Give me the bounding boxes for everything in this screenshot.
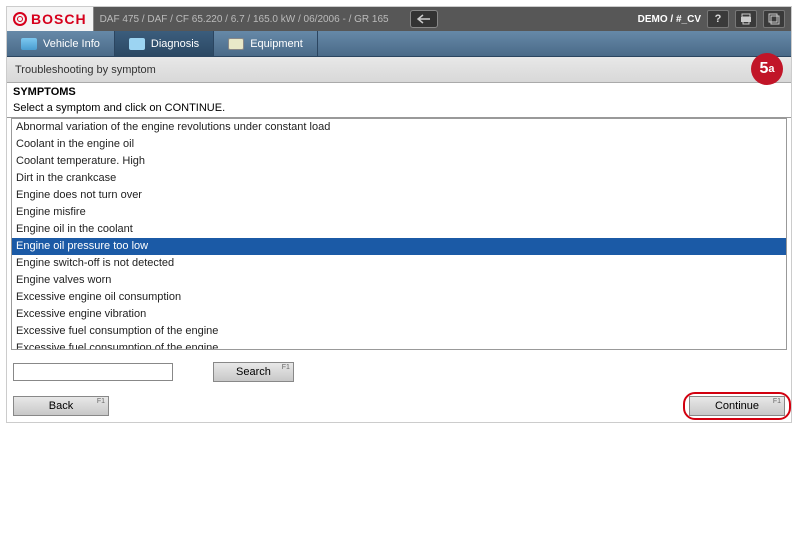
vehicle-string: DAF 475 / DAF / CF 65.220 / 6.7 / 165.0 … — [100, 14, 410, 25]
search-input[interactable] — [13, 363, 173, 381]
info-icon — [21, 38, 37, 50]
content-area: SYMPTOMS Select a symptom and click on C… — [7, 83, 791, 422]
equipment-icon — [228, 38, 244, 50]
symptom-item[interactable]: Engine does not turn over — [12, 187, 786, 204]
instruction-text: Select a symptom and click on CONTINUE. — [7, 101, 791, 118]
search-row: SearchF1 — [7, 350, 791, 390]
tab-label: Vehicle Info — [43, 38, 100, 50]
print-button[interactable] — [735, 10, 757, 28]
tab-label: Equipment — [250, 38, 303, 50]
subheader: Troubleshooting by symptom 5a — [7, 57, 791, 83]
arrow-left-icon — [417, 14, 431, 24]
help-button[interactable]: ? — [707, 10, 729, 28]
symptom-item[interactable]: Excessive engine vibration — [12, 306, 786, 323]
back-button[interactable]: BackF1 — [13, 396, 109, 416]
topbar: BOSCH DAF 475 / DAF / CF 65.220 / 6.7 / … — [7, 7, 791, 31]
symptom-item[interactable]: Engine oil pressure too low — [12, 238, 786, 255]
symptom-item[interactable]: Engine misfire — [12, 204, 786, 221]
window-button[interactable] — [763, 10, 785, 28]
demo-label: DEMO / #_CV — [638, 14, 701, 25]
symptom-item[interactable]: Engine switch-off is not detected — [12, 255, 786, 272]
navigate-back-button[interactable] — [410, 10, 438, 28]
print-icon — [740, 13, 752, 25]
tab-equipment[interactable]: Equipment — [214, 31, 318, 56]
symptom-item[interactable]: Coolant in the engine oil — [12, 136, 786, 153]
continue-button[interactable]: ContinueF1 — [689, 396, 785, 416]
symptom-item[interactable]: Engine oil in the coolant — [12, 221, 786, 238]
tab-label: Diagnosis — [151, 38, 199, 50]
symptom-item[interactable]: Excessive fuel consumption of the engine — [12, 323, 786, 340]
brand-logo: BOSCH — [7, 7, 94, 31]
symptom-item[interactable]: Excessive engine oil consumption — [12, 289, 786, 306]
diagnosis-icon — [129, 38, 145, 50]
main-tabs: Vehicle Info Diagnosis Equipment — [7, 31, 791, 57]
symptom-item[interactable]: Dirt in the crankcase — [12, 170, 786, 187]
window-icon — [768, 13, 780, 25]
section-title: SYMPTOMS — [7, 83, 791, 101]
bosch-gear-icon — [13, 12, 27, 26]
tab-vehicle-info[interactable]: Vehicle Info — [7, 31, 115, 56]
symptom-item[interactable]: Excessive fuel consumption of the engine — [12, 340, 786, 350]
brand-text: BOSCH — [31, 11, 87, 27]
tab-diagnosis[interactable]: Diagnosis — [115, 31, 214, 56]
symptom-item[interactable]: Coolant temperature. High — [12, 153, 786, 170]
subheader-text: Troubleshooting by symptom — [15, 64, 156, 76]
topbar-right: DEMO / #_CV ? — [638, 10, 785, 28]
symptom-list[interactable]: Abnormal variation of the engine revolut… — [11, 118, 787, 350]
footer-buttons: BackF1 ContinueF1 — [7, 390, 791, 422]
symptom-item[interactable]: Abnormal variation of the engine revolut… — [12, 119, 786, 136]
symptom-item[interactable]: Engine valves worn — [12, 272, 786, 289]
step-badge: 5a — [751, 53, 783, 85]
help-icon: ? — [715, 13, 722, 25]
search-button[interactable]: SearchF1 — [213, 362, 294, 382]
